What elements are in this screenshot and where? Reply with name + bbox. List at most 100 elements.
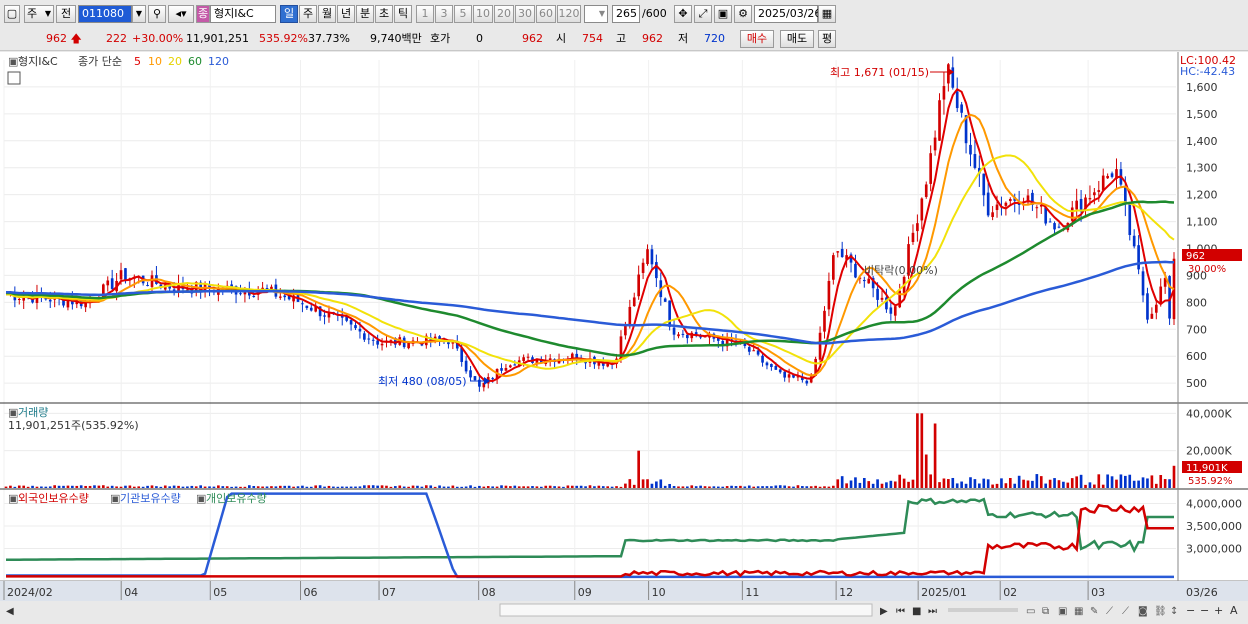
gear-icon[interactable]: ⚙ xyxy=(734,5,752,23)
tab-tick[interactable]: 틱 xyxy=(394,5,412,23)
stop-icon[interactable]: ■ xyxy=(912,606,921,617)
search-icon[interactable]: ⚲ xyxy=(148,5,166,23)
interval-30[interactable]: 30 xyxy=(515,5,535,23)
save-icon[interactable]: ▣ xyxy=(714,5,732,23)
rewind-icon[interactable]: ⏮ xyxy=(896,606,905,617)
volume-bar xyxy=(1084,484,1087,488)
buy-button[interactable]: 매수 xyxy=(740,30,774,48)
zoom-out-icon[interactable]: − xyxy=(1186,604,1195,617)
volume-bar xyxy=(75,485,79,488)
volume-legend-title: 거래량 xyxy=(18,406,48,419)
volume-bar xyxy=(1168,479,1171,488)
grid-icon[interactable]: ▦ xyxy=(1074,606,1083,617)
interval-120[interactable]: 120 xyxy=(557,5,581,23)
volume-bar xyxy=(363,485,366,488)
copy-icon[interactable]: ⧉ xyxy=(1042,606,1049,617)
count-input[interactable]: 265 xyxy=(612,5,640,23)
scroll-left-icon[interactable]: ◀ xyxy=(6,606,14,617)
cursor-icon[interactable]: ↕ xyxy=(1170,606,1178,617)
stock-code-input[interactable]: 011080 xyxy=(78,5,132,23)
frame-icon[interactable]: ▣ xyxy=(1058,606,1067,617)
line-icon[interactable]: ⟋ xyxy=(1106,606,1113,617)
x-tick-label: 2024/02 xyxy=(7,586,53,599)
volume-bar xyxy=(234,486,238,488)
candle-body xyxy=(389,339,393,341)
tab-day[interactable]: 일 xyxy=(280,5,298,23)
volume-bar xyxy=(557,486,561,488)
tab-second[interactable]: 초 xyxy=(375,5,393,23)
date-input[interactable]: 2025/03/26 xyxy=(754,5,821,23)
stock-chart[interactable]: 1,6001,5001,4001,3001,2001,1001,00090080… xyxy=(0,52,1248,621)
volume-bar xyxy=(1062,481,1065,488)
stock-name-field[interactable]: 형지I&C xyxy=(210,5,276,23)
volume-bar xyxy=(1013,483,1017,488)
edit-icon[interactable]: ✎ xyxy=(1090,606,1098,617)
x-tick-label: 02 xyxy=(1003,586,1017,599)
crosshair-icon[interactable]: ✥ xyxy=(674,5,692,23)
x-tick-label: 11 xyxy=(745,586,759,599)
volume-bar xyxy=(1124,475,1127,488)
legend-ma20: 20 xyxy=(168,55,182,68)
volume-bar xyxy=(124,485,127,488)
volume-bar xyxy=(548,485,552,488)
period-select[interactable]: 주 ▼ xyxy=(24,5,54,23)
volume-bar xyxy=(1075,476,1078,488)
interval-20[interactable]: 20 xyxy=(494,5,514,23)
tab-week[interactable]: 주 xyxy=(299,5,317,23)
avg-button[interactable]: 평 xyxy=(818,30,836,48)
volume-bar xyxy=(734,486,738,488)
volume-bar xyxy=(296,486,300,488)
x-tick-label: 10 xyxy=(652,586,666,599)
volume-bar xyxy=(579,485,583,488)
volume-bar xyxy=(31,485,34,488)
scroll-right-icon[interactable]: ▶ xyxy=(880,606,888,617)
camera-icon[interactable]: ◙ xyxy=(1138,606,1148,617)
scrollbar-thumb[interactable] xyxy=(499,603,873,617)
speaker-icon[interactable]: ◂▾ xyxy=(168,5,194,23)
speed-slider[interactable] xyxy=(948,608,1018,612)
calendar-icon[interactable]: ▦ xyxy=(818,5,836,23)
volume-bar xyxy=(411,485,415,488)
last-price-tag-text: 962 xyxy=(1186,251,1205,262)
volume-bar xyxy=(141,486,145,488)
volume-bar xyxy=(367,485,371,488)
zoom-icon[interactable]: ⤢ xyxy=(694,5,712,23)
tab-month[interactable]: 월 xyxy=(318,5,336,23)
prev-button[interactable]: 전 xyxy=(56,5,76,23)
interval-5[interactable]: 5 xyxy=(454,5,472,23)
interval-select[interactable]: ▼ xyxy=(584,5,608,23)
tab-minute[interactable]: 분 xyxy=(356,5,374,23)
volume-bar xyxy=(451,485,455,488)
candle-body xyxy=(367,338,371,340)
y-tick-label: 1,100 xyxy=(1186,216,1218,229)
candle-body xyxy=(663,298,667,302)
interval-10[interactable]: 10 xyxy=(473,5,493,23)
legend-ma60: 60 xyxy=(188,55,202,68)
auto-scale-icon[interactable]: A xyxy=(1230,604,1238,617)
interval-3[interactable]: 3 xyxy=(435,5,453,23)
volume-bar xyxy=(190,485,194,488)
link-icon[interactable]: ⛓ xyxy=(1154,605,1167,617)
volume-bar xyxy=(230,486,233,488)
interval-1[interactable]: 1 xyxy=(416,5,434,23)
data-table-icon[interactable] xyxy=(7,71,21,85)
play-icon[interactable]: ⏭ xyxy=(928,606,937,617)
sell-button[interactable]: 매도 xyxy=(780,30,814,48)
candle-body xyxy=(380,343,384,346)
code-dropdown-icon[interactable]: ▼ xyxy=(132,5,146,23)
volume-bar xyxy=(1053,478,1056,488)
candle-body xyxy=(1048,221,1052,223)
draw-icon[interactable]: ⟋ xyxy=(1122,606,1129,617)
layout-icon[interactable]: ▭ xyxy=(1026,606,1035,617)
window-icon[interactable]: ▢ xyxy=(4,5,20,23)
tab-year[interactable]: 년 xyxy=(337,5,355,23)
volume-bar xyxy=(991,484,994,488)
volume-bar xyxy=(71,485,74,488)
volume-bar xyxy=(978,483,981,488)
zoom-minus-icon[interactable]: − xyxy=(1200,604,1209,617)
holdings-legend-marker: ▣ xyxy=(8,492,18,505)
interval-60[interactable]: 60 xyxy=(536,5,556,23)
zoom-in-icon[interactable]: + xyxy=(1214,604,1223,617)
volume-bar xyxy=(601,486,605,488)
volume-bar xyxy=(624,483,627,488)
